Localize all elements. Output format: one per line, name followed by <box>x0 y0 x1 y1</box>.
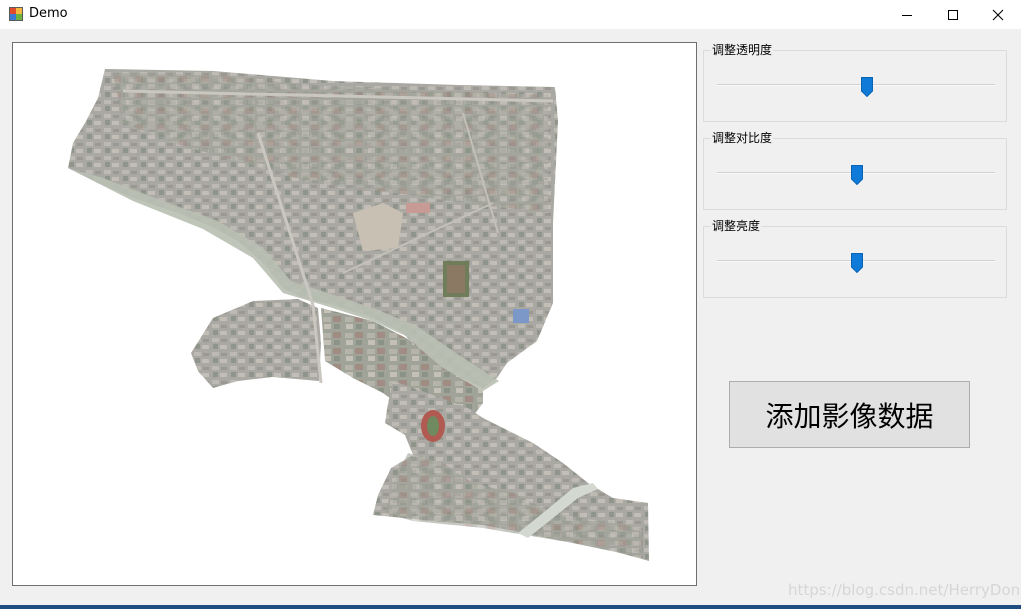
opacity-group: 调整透明度 <box>703 43 1007 122</box>
maximize-button[interactable] <box>930 0 976 29</box>
close-icon <box>992 9 1004 20</box>
add-image-data-button[interactable]: 添加影像数据 <box>729 381 970 448</box>
minimize-button[interactable] <box>884 0 930 29</box>
brightness-group: 调整亮度 <box>703 219 1007 298</box>
watermark: https://blog.csdn.net/HerryDong <box>788 581 1021 599</box>
maximize-icon <box>948 9 958 20</box>
map-display[interactable] <box>12 42 697 586</box>
opacity-slider-track[interactable] <box>717 84 995 86</box>
brightness-slider-thumb[interactable] <box>851 253 863 273</box>
satellite-image <box>68 69 649 561</box>
minimize-icon <box>902 14 912 16</box>
opacity-label: 调整透明度 <box>711 43 774 57</box>
contrast-group: 调整对比度 <box>703 131 1007 210</box>
title-bar[interactable]: Demo <box>0 0 1021 29</box>
app-form-icon <box>9 7 23 21</box>
window-title: Demo <box>29 6 68 21</box>
demo-window: Demo 调整透明度 调整对比度 调整亮度 添加影像数据 https://blo… <box>0 0 1021 609</box>
brightness-label: 调整亮度 <box>711 219 762 233</box>
contrast-label: 调整对比度 <box>711 131 774 145</box>
contrast-slider-thumb[interactable] <box>851 165 863 185</box>
opacity-slider-thumb[interactable] <box>861 77 873 97</box>
close-button[interactable] <box>975 0 1021 29</box>
window-bottom-border <box>0 605 1021 609</box>
